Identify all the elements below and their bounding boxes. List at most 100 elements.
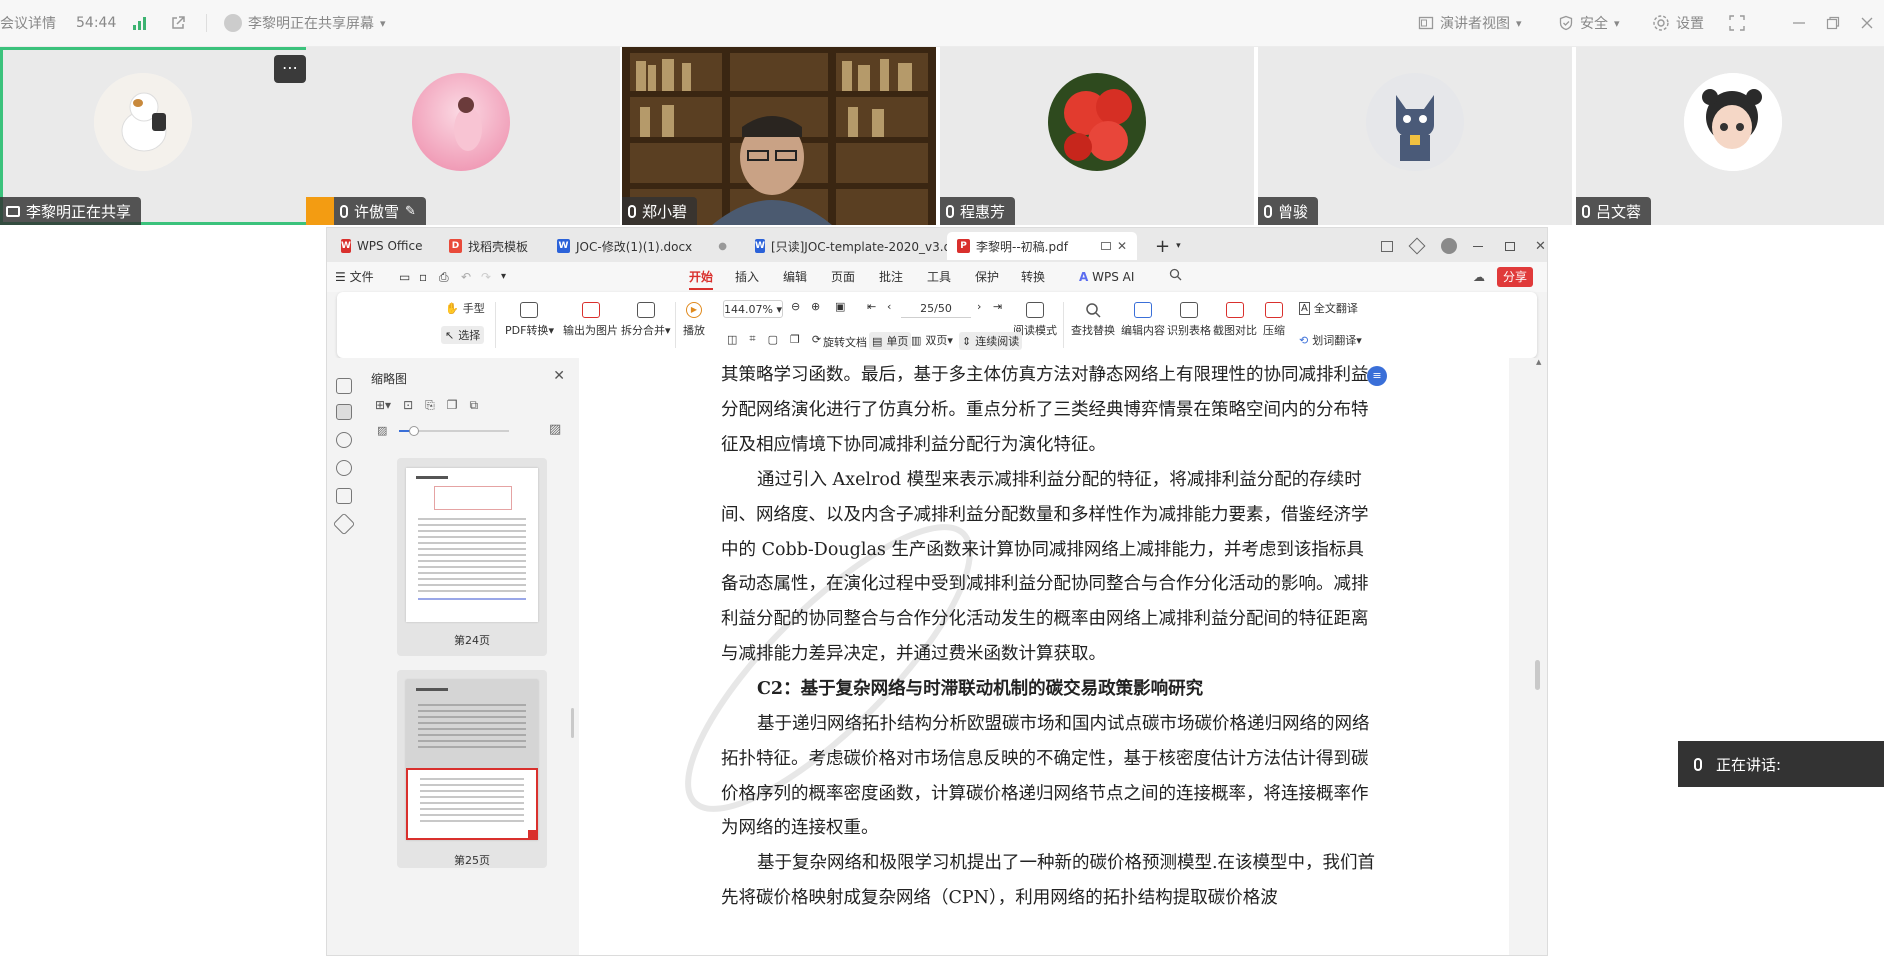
double-page-button[interactable]: ▥ 双页▾ (911, 332, 953, 348)
wps-ai-button[interactable]: A WPS AI (1079, 262, 1134, 292)
zoom-select[interactable]: 144.07% ▾ (723, 300, 783, 318)
search-icon[interactable] (1169, 262, 1182, 292)
close-icon[interactable]: ● (718, 241, 727, 252)
play-button[interactable]: ▶ 播放 (683, 302, 705, 338)
zoom-in-icon[interactable]: ⊕ (811, 300, 820, 313)
prev-page-icon[interactable]: ‹ (887, 300, 891, 313)
restore-icon[interactable] (1495, 232, 1525, 260)
close-icon[interactable]: ✕ (553, 368, 565, 384)
select-tool-button[interactable]: ↖ 选择 (441, 326, 485, 344)
close-icon[interactable]: ✕ (1525, 232, 1556, 260)
edit-content-button[interactable]: 编辑内容 (1121, 302, 1165, 338)
fit-width-icon[interactable]: ◫ (727, 333, 737, 346)
comment-icon[interactable] (336, 432, 352, 448)
bookmark-icon[interactable] (336, 378, 352, 394)
rotate-icon[interactable]: ⟳ (812, 333, 821, 346)
participant-video-tile[interactable]: 郑小碧 (622, 47, 936, 225)
chevron-down-icon[interactable]: ▾ (501, 262, 506, 292)
small-image-icon[interactable]: ▨ (377, 424, 387, 437)
replace-page-icon[interactable]: ⧉ (470, 398, 479, 413)
grid-view-icon[interactable]: ⊞▾ (375, 398, 391, 413)
settings-button[interactable]: 设置 (1652, 0, 1704, 46)
document-viewport[interactable]: 其策略学习函数。最后，基于多主体仿真方法对静态网络上有限理性的协同减排利益分配网… (579, 358, 1545, 955)
tab-pdf-draft[interactable]: P 李黎明--初稿.pdf ✕ (947, 232, 1137, 260)
participant-tile[interactable]: 程惠芳 (940, 47, 1254, 225)
tab-protect[interactable]: 保护 (975, 262, 999, 292)
attachment-icon[interactable] (336, 460, 352, 476)
tab-annotate[interactable]: 批注 (879, 262, 903, 292)
signal-icon[interactable] (133, 0, 146, 46)
tab-template[interactable]: D 找稻壳模板 (439, 232, 539, 260)
single-page-button[interactable]: ▤ 单页 (869, 332, 912, 350)
scrollbar-thumb[interactable] (1535, 660, 1540, 690)
save-icon[interactable]: ▫ (419, 262, 427, 292)
restore-icon[interactable] (1826, 0, 1840, 46)
split-merge-button[interactable]: 拆分合并▾ (621, 302, 671, 338)
continuous-reading-button[interactable]: ⇕ 连续阅读 (959, 332, 1023, 350)
participant-tile[interactable]: ⋯ 李黎明正在共享 (0, 47, 314, 225)
large-image-icon[interactable]: ▨ (549, 422, 561, 437)
participant-tile[interactable]: 许傲雪 ✎ (306, 47, 620, 225)
close-icon[interactable] (1860, 0, 1874, 46)
tab-joc-template[interactable]: W [只读]JOC-template-2020_v3.docx (745, 232, 972, 260)
participant-tile[interactable]: 曾骏 (1258, 47, 1572, 225)
copy-icon[interactable]: ❐ (790, 333, 800, 346)
zoom-out-icon[interactable]: ⊖ (791, 300, 800, 313)
meeting-details-button[interactable]: 会议详情 (0, 0, 56, 46)
tab-insert[interactable]: 插入 (735, 262, 759, 292)
slider-handle[interactable] (409, 426, 419, 436)
presenter-view-button[interactable]: 演讲者视图 ▾ (1418, 0, 1522, 46)
tab-start[interactable]: 开始 (689, 262, 714, 292)
screenshot-compare-button[interactable]: 截图对比 (1213, 302, 1257, 338)
crop-icon[interactable]: ⌗ (749, 332, 755, 346)
minimize-icon[interactable] (1792, 0, 1806, 46)
window-icon[interactable] (1100, 242, 1111, 250)
last-page-icon[interactable]: ⇥ (993, 300, 1002, 313)
fit-page-icon[interactable]: ▣ (835, 300, 845, 313)
open-folder-icon[interactable]: ▭ (399, 262, 410, 292)
find-replace-button[interactable]: 查找替换 (1071, 302, 1115, 338)
tab-joc-docx[interactable]: W JOC-修改(1)(1).docx ● (547, 232, 737, 260)
more-options-button[interactable]: ⋯ (274, 55, 306, 83)
file-menu[interactable]: ☰ 文件 (335, 262, 374, 292)
thumbnail-page-24[interactable]: 第24页 (397, 458, 547, 656)
hand-tool-button[interactable]: ✋ 手型 (445, 300, 485, 316)
user-avatar[interactable] (1431, 232, 1467, 260)
full-translate-button[interactable]: A 全文翻译 (1299, 300, 1358, 316)
first-page-icon[interactable]: ⇤ (867, 300, 876, 313)
new-tab-button[interactable]: + ▾ (1145, 232, 1185, 260)
participant-tile[interactable]: 吕文蓉 (1576, 47, 1884, 225)
export-image-button[interactable]: 输出为图片 (563, 302, 618, 338)
cube-icon[interactable] (1401, 232, 1433, 260)
pdf-convert-button[interactable]: PDF转换▾ (505, 302, 554, 338)
layers-icon[interactable] (332, 512, 356, 536)
minimize-icon[interactable] (1463, 232, 1493, 260)
translate-float-icon[interactable]: ≡ (1367, 366, 1387, 386)
close-icon[interactable]: ✕ (1117, 239, 1127, 253)
tab-tools[interactable]: 工具 (927, 262, 951, 292)
fullscreen-icon[interactable] (1728, 0, 1746, 46)
window-layout-icon[interactable] (1371, 232, 1403, 260)
tab-page[interactable]: 页面 (831, 262, 855, 292)
copy-page-icon[interactable]: ❐ (447, 398, 458, 413)
extract-page-icon[interactable]: ⎘ (425, 398, 435, 413)
tab-edit[interactable]: 编辑 (783, 262, 807, 292)
thumbnail-page-25[interactable]: 第25页 (397, 670, 547, 868)
compress-button[interactable]: 压缩 (1263, 302, 1285, 338)
print-icon[interactable]: ⎙ (439, 262, 449, 292)
panel-scrollbar[interactable] (571, 708, 574, 738)
insert-page-icon[interactable]: ⊡ (403, 398, 413, 413)
page-icon[interactable]: ▢ (768, 333, 778, 346)
external-link-icon[interactable] (170, 0, 186, 46)
share-button[interactable]: 分享 (1497, 267, 1534, 287)
cloud-upload-icon[interactable]: ☁ (1473, 262, 1485, 292)
vertical-scrollbar[interactable]: ▲ (1533, 358, 1543, 955)
screen-sharing-dropdown[interactable]: 李黎明正在共享屏幕 ▾ (224, 0, 386, 46)
tab-wps-office[interactable]: W WPS Office (331, 232, 431, 260)
security-button[interactable]: 安全 ▾ (1558, 0, 1620, 46)
thumbnail-icon[interactable] (336, 404, 352, 420)
rotate-doc-button[interactable]: 旋转文档 (823, 334, 867, 350)
undo-icon[interactable]: ↶ (461, 262, 471, 292)
next-page-icon[interactable]: › (977, 300, 981, 313)
word-translate-button[interactable]: ⟲ 划词翻译▾ (1299, 332, 1362, 348)
